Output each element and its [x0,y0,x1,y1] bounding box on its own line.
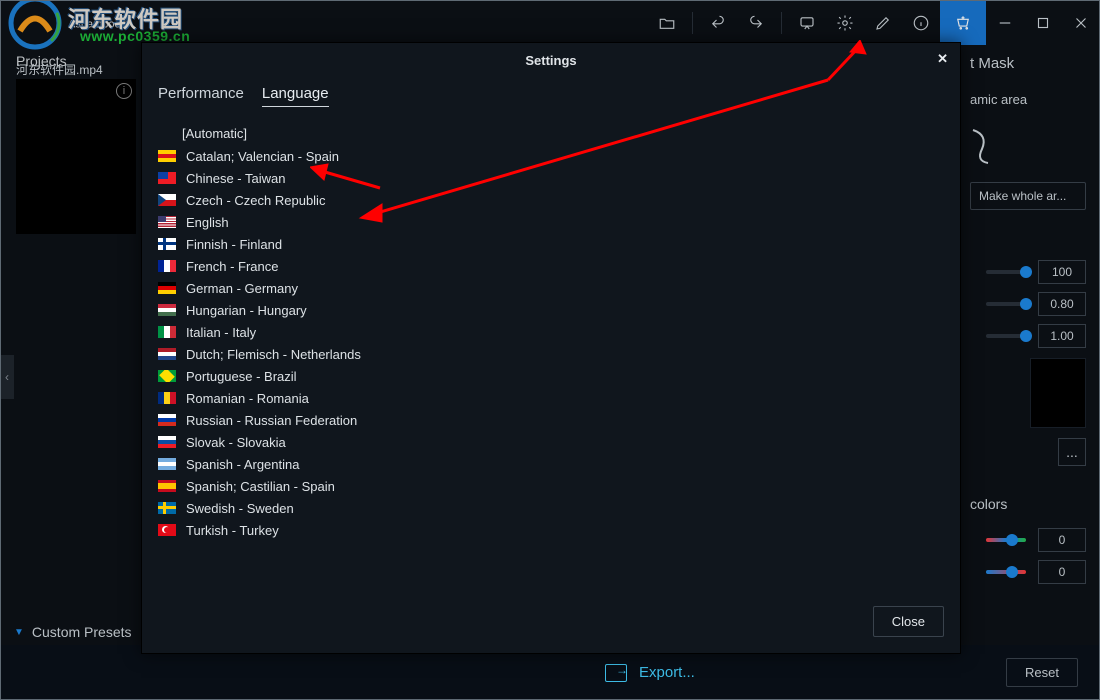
lang-item[interactable]: Spanish - Argentina [158,453,944,475]
flag-icon [158,238,176,250]
lang-item[interactable]: Dutch; Flemisch - Netherlands [158,343,944,365]
lang-label: Catalan; Valencian - Spain [186,149,339,164]
lang-label: Hungarian - Hungary [186,303,307,318]
lang-label: English [186,215,229,230]
lang-label: Turkish - Turkey [186,523,279,538]
flag-icon [158,304,176,316]
flag-icon [158,150,176,162]
lang-label: French - France [186,259,278,274]
lang-label: Chinese - Taiwan [186,171,285,186]
lang-automatic[interactable]: [Automatic] [158,121,944,145]
flag-icon [158,326,176,338]
lang-item[interactable]: German - Germany [158,277,944,299]
lang-item[interactable]: Romanian - Romania [158,387,944,409]
lang-item[interactable]: Spanish; Castilian - Spain [158,475,944,497]
close-button[interactable]: Close [873,606,944,637]
flag-icon [158,392,176,404]
flag-icon [158,260,176,272]
flag-icon [158,480,176,492]
lang-automatic-label: [Automatic] [182,126,247,141]
lang-label: Portuguese - Brazil [186,369,297,384]
lang-item[interactable]: Catalan; Valencian - Spain [158,145,944,167]
lang-label: German - Germany [186,281,298,296]
lang-item[interactable]: Czech - Czech Republic [158,189,944,211]
lang-item[interactable]: Turkish - Turkey [158,519,944,541]
lang-item[interactable]: Russian - Russian Federation [158,409,944,431]
flag-icon [158,194,176,206]
flag-icon [158,282,176,294]
flag-icon [158,414,176,426]
flag-icon [158,348,176,360]
flag-icon [158,216,176,228]
lang-label: Swedish - Sweden [186,501,294,516]
lang-item[interactable]: Chinese - Taiwan [158,167,944,189]
lang-item[interactable]: English [158,211,944,233]
settings-dialog: Settings ✕ Performance Language [Automat… [141,42,961,654]
lang-label: Dutch; Flemisch - Netherlands [186,347,361,362]
dialog-title: Settings [525,53,576,68]
lang-item[interactable]: Italian - Italy [158,321,944,343]
flag-icon [158,502,176,514]
lang-item[interactable]: Swedish - Sweden [158,497,944,519]
flag-icon [158,172,176,184]
flag-icon [158,370,176,382]
lang-item[interactable]: French - France [158,255,944,277]
dialog-tabs: Performance Language [142,77,960,111]
tab-performance[interactable]: Performance [158,85,244,107]
lang-item[interactable]: Portuguese - Brazil [158,365,944,387]
flag-icon [158,458,176,470]
dialog-title-bar: Settings ✕ [142,43,960,77]
flag-icon [158,436,176,448]
flag-icon [158,524,176,536]
dialog-footer: Close [142,596,960,653]
lang-label: Italian - Italy [186,325,256,340]
language-list[interactable]: [Automatic] Catalan; Valencian - Spain Ch… [142,111,960,596]
lang-item[interactable]: Hungarian - Hungary [158,299,944,321]
lang-item[interactable]: Finnish - Finland [158,233,944,255]
lang-label: Spanish - Argentina [186,457,299,472]
lang-label: Romanian - Romania [186,391,309,406]
lang-item[interactable]: Slovak - Slovakia [158,431,944,453]
lang-label: Russian - Russian Federation [186,413,357,428]
lang-label: Czech - Czech Republic [186,193,325,208]
dialog-close-icon[interactable]: ✕ [937,51,948,67]
lang-label: Spanish; Castilian - Spain [186,479,335,494]
lang-label: Finnish - Finland [186,237,282,252]
lang-label: Slovak - Slovakia [186,435,286,450]
tab-language[interactable]: Language [262,85,329,107]
